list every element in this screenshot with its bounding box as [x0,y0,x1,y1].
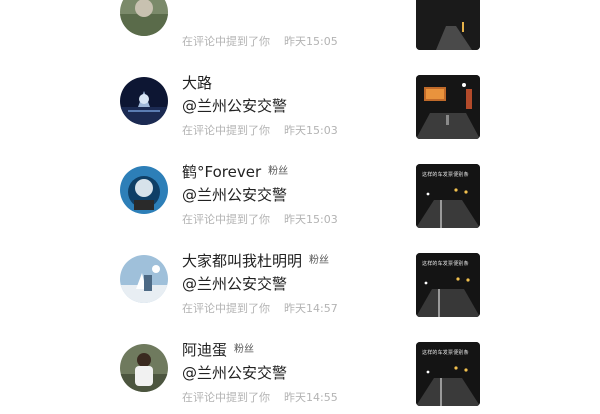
mention-notification-list: 在评论中提到了你 昨天15:05 大路 @兰州公安交警 在评论中提到了你 昨天1… [0,0,600,414]
mention-text: @兰州公安交警 [182,97,288,115]
timestamp: 昨天14:57 [284,302,338,315]
video-thumbnail-icon[interactable]: 这样的车发票便别条 [416,164,480,228]
sender-line: 阿迪蛋 粉丝 [182,338,254,360]
thumbnail-caption: 这样的车发票便别条 [422,261,469,267]
action-text: 在评论中提到了你 [182,391,270,404]
sender-name[interactable]: 鹤°Forever [182,161,261,182]
notification-meta: 在评论中提到了你 昨天15:03 [182,122,338,138]
notification-meta: 在评论中提到了你 昨天14:55 [182,389,338,405]
notification-meta: 在评论中提到了你 昨天14:57 [182,300,338,316]
fan-badge: 粉丝 [309,254,330,266]
mention-text: @兰州公安交警 [182,186,288,204]
sender-line: 大路 [182,71,212,93]
notification-meta: 在评论中提到了你 昨天15:03 [182,211,338,227]
timestamp: 昨天15:03 [284,124,338,137]
notification-item[interactable]: 在评论中提到了你 昨天15:05 [0,0,600,58]
action-text: 在评论中提到了你 [182,124,270,137]
video-thumbnail-icon[interactable]: 这样的车发票便别条 [416,342,480,406]
user-avatar-icon[interactable] [120,344,168,392]
action-text: 在评论中提到了你 [182,213,270,226]
notification-item[interactable]: 鹤°Forever 粉丝 @兰州公安交警 在评论中提到了你 昨天15:03 这样的… [0,147,600,236]
user-avatar-icon[interactable] [120,0,168,36]
sender-line: 鹤°Forever 粉丝 [182,160,288,182]
thumbnail-caption: 这样的车发票便别条 [422,350,469,356]
fan-badge: 粉丝 [268,165,289,177]
sender-name[interactable]: 大家都叫我杜明明 [182,250,302,271]
fan-badge: 粉丝 [234,343,255,355]
timestamp: 昨天15:03 [284,213,338,226]
timestamp: 昨天14:55 [284,391,338,404]
video-thumbnail-icon[interactable] [416,0,480,50]
sender-line: 大家都叫我杜明明 粉丝 [182,249,329,271]
thumbnail-caption: 这样的车发票便别条 [422,172,469,178]
user-avatar-icon[interactable] [120,255,168,303]
notification-item[interactable]: 阿迪蛋 粉丝 @兰州公安交警 在评论中提到了你 昨天14:55 这样的车发票便别条 [0,325,600,414]
mention-text: @兰州公安交警 [182,364,288,382]
mention-text: @兰州公安交警 [182,275,288,293]
user-avatar-icon[interactable] [120,166,168,214]
action-text: 在评论中提到了你 [182,35,270,48]
sender-name[interactable]: 阿迪蛋 [182,339,227,360]
notification-meta: 在评论中提到了你 昨天15:05 [182,33,338,49]
timestamp: 昨天15:05 [284,35,338,48]
user-avatar-icon[interactable] [120,77,168,125]
notification-item[interactable]: 大家都叫我杜明明 粉丝 @兰州公安交警 在评论中提到了你 昨天14:57 这样的车… [0,236,600,325]
video-thumbnail-icon[interactable]: 这样的车发票便别条 [416,253,480,317]
sender-name[interactable]: 大路 [182,72,212,93]
notification-item[interactable]: 大路 @兰州公安交警 在评论中提到了你 昨天15:03 [0,58,600,147]
video-thumbnail-icon[interactable] [416,75,480,139]
action-text: 在评论中提到了你 [182,302,270,315]
